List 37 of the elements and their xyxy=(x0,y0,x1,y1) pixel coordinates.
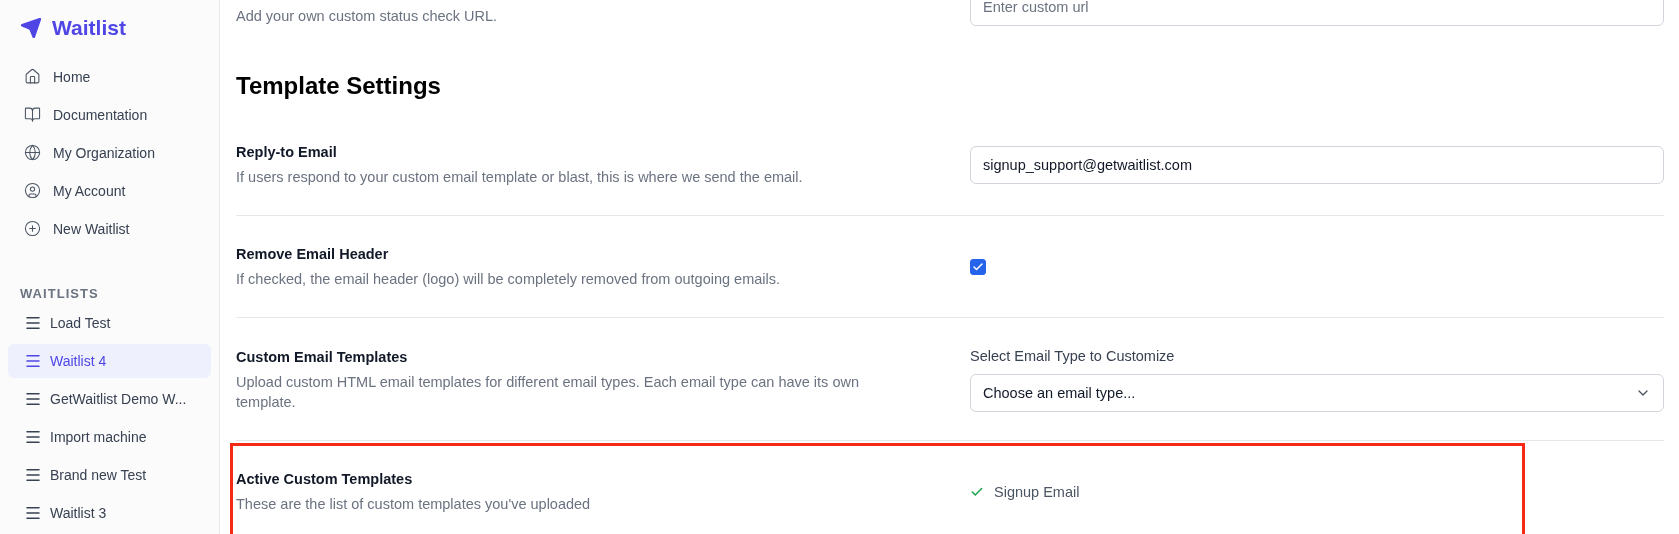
section-heading: Template Settings xyxy=(236,71,442,101)
setting-title: Custom Email Templates xyxy=(236,347,409,367)
waitlist-item[interactable]: Brand new Test xyxy=(8,458,211,493)
checkbox[interactable] xyxy=(970,258,986,275)
setting-description: Add your own custom status check URL. xyxy=(236,7,498,26)
check-icon xyxy=(972,260,984,273)
url-field[interactable]: Enter custom url xyxy=(970,0,1664,26)
book-icon xyxy=(24,106,41,124)
home-icon xyxy=(24,68,41,86)
setting-description: Upload custom HTML email templates for different email types. Each email type can have its own template. xyxy=(236,372,860,412)
template-name: Signup Email xyxy=(994,483,1080,500)
setting-description: If checked, the email header (logo) will be completely removed from outgoing emails. xyxy=(236,270,780,289)
waitlist-item[interactable]: Import machine xyxy=(8,420,211,455)
waitlist-item[interactable]: Load Test xyxy=(8,306,211,341)
setting-description: If users respond to your custom email template or blast, this is where we send the email. xyxy=(236,168,803,187)
email-field[interactable]: signup_support@getwaitlist.com xyxy=(970,145,1664,184)
setting-title: Remove Email Header xyxy=(236,245,390,264)
setting-title: Active Custom Templates xyxy=(236,470,414,489)
field-label: Select Email Type to Customize xyxy=(970,347,1176,366)
globe-icon xyxy=(24,144,41,162)
section-title: WAITLISTS xyxy=(20,285,100,301)
paper-plane-icon xyxy=(20,17,42,39)
nav-item[interactable]: Documentation xyxy=(8,95,211,134)
nav-item[interactable]: My Account xyxy=(8,171,211,210)
nav-item[interactable]: Home xyxy=(8,58,211,96)
brand-name: Waitlist xyxy=(52,16,126,40)
plus-circle-icon xyxy=(24,220,41,238)
waitlist-item[interactable]: GetWaitlist Demo W... xyxy=(8,382,211,417)
user-icon xyxy=(24,182,41,200)
email-type-select[interactable]: Choose an email type... xyxy=(970,374,1664,412)
setting-description: These are the list of custom templates you've uploaded xyxy=(236,495,591,514)
waitlist-item[interactable]: Waitlist 4 xyxy=(8,344,211,379)
menu-icon xyxy=(24,504,42,522)
nav-item[interactable]: New Waitlist xyxy=(8,209,211,248)
waitlist-item[interactable]: Waitlist 3 xyxy=(8,496,211,530)
nav-item[interactable]: My Organization xyxy=(8,133,211,172)
setting-title: Reply-to Email xyxy=(236,143,338,162)
